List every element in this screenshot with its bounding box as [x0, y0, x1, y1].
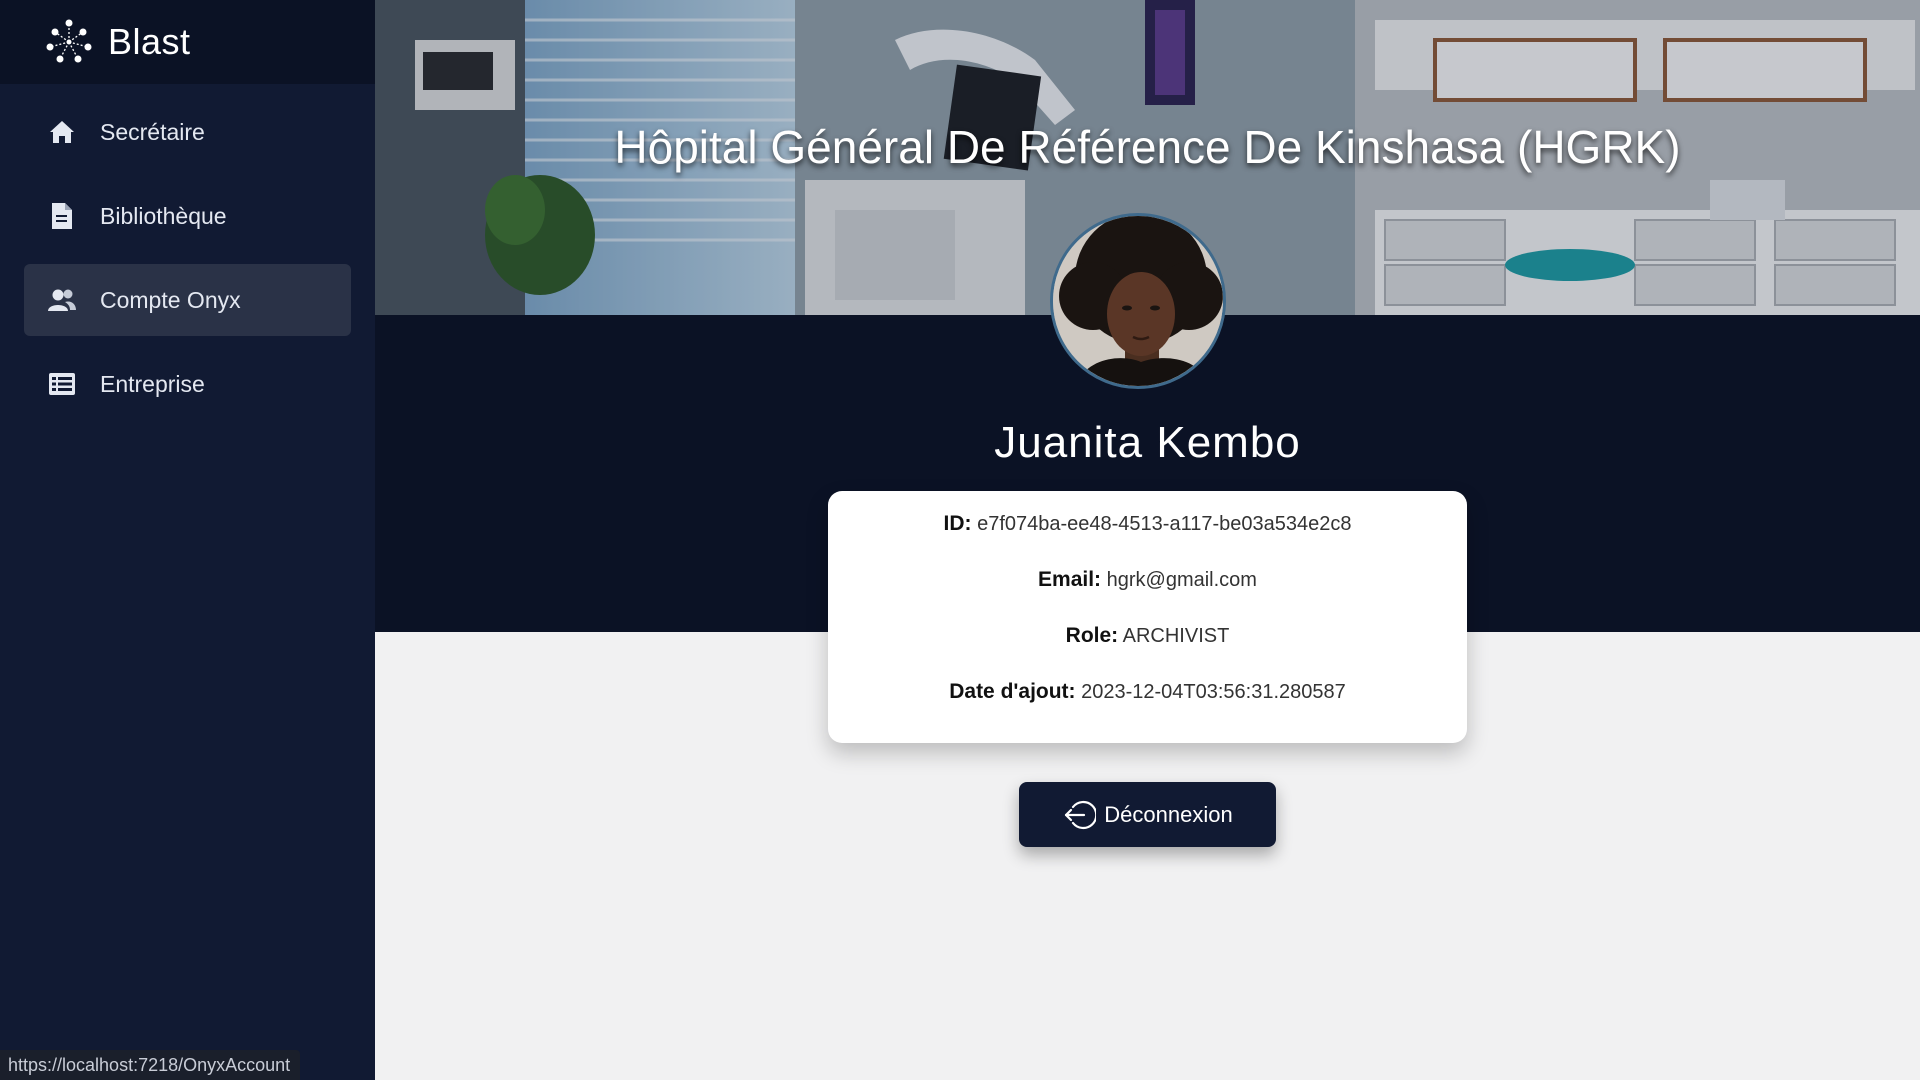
- info-key: Date d'ajout:: [949, 680, 1076, 703]
- info-row-id: ID: e7f074ba-ee48-4513-a117-be03a534e2c8: [828, 509, 1467, 565]
- info-value: 2023-12-04T03:56:31.280587: [1081, 681, 1346, 703]
- info-row-date-added: Date d'ajout: 2023-12-04T03:56:31.280587: [828, 677, 1467, 733]
- sidebar-item-label: Compte Onyx: [100, 286, 241, 313]
- logout-label: Déconnexion: [1104, 801, 1233, 827]
- network-logo-icon: [46, 19, 92, 63]
- user-name: Juanita Kembo: [994, 418, 1301, 467]
- sidebar-item-label: Entreprise: [100, 370, 205, 397]
- info-value: e7f074ba-ee48-4513-a117-be03a534e2c8: [977, 513, 1352, 535]
- sidebar-item-compte-onyx[interactable]: Compte Onyx: [24, 264, 351, 336]
- account-info-card: ID: e7f074ba-ee48-4513-a117-be03a534e2c8…: [828, 491, 1467, 743]
- avatar: [1050, 213, 1226, 389]
- info-row-role: Role: ARCHIVIST: [828, 621, 1467, 677]
- main-content: Hôpital Général De Référence De Kinshasa…: [375, 0, 1920, 1080]
- sidebar: Blast Secrétaire Bibliothèque Compte Ony…: [0, 0, 375, 1080]
- brand-name: Blast: [108, 21, 191, 62]
- sidebar-item-bibliotheque[interactable]: Bibliothèque: [24, 180, 351, 252]
- logout-button[interactable]: Déconnexion: [1019, 782, 1276, 847]
- info-row-email: Email: hgrk@gmail.com: [828, 565, 1467, 621]
- document-icon: [48, 202, 76, 230]
- sidebar-item-label: Bibliothèque: [100, 202, 227, 229]
- sidebar-nav: Secrétaire Bibliothèque Compte Onyx Entr…: [0, 96, 375, 420]
- sidebar-item-entreprise[interactable]: Entreprise: [24, 348, 351, 420]
- home-icon: [48, 118, 76, 146]
- brand[interactable]: Blast: [0, 0, 375, 84]
- users-icon: [48, 286, 76, 314]
- status-bar-url: https://localhost:7218/OnyxAccount: [0, 1050, 301, 1080]
- logout-icon: [1065, 800, 1097, 829]
- info-key: ID:: [943, 512, 972, 535]
- hospital-name: Hôpital Général De Référence De Kinshasa…: [614, 121, 1681, 173]
- info-key: Role:: [1065, 624, 1119, 647]
- info-value: ARCHIVIST: [1122, 625, 1230, 647]
- info-value: hgrk@gmail.com: [1106, 569, 1257, 591]
- info-key: Email:: [1038, 568, 1102, 591]
- sidebar-item-label: Secrétaire: [100, 118, 205, 145]
- sidebar-item-secretaire[interactable]: Secrétaire: [24, 96, 351, 168]
- list-icon: [48, 370, 76, 398]
